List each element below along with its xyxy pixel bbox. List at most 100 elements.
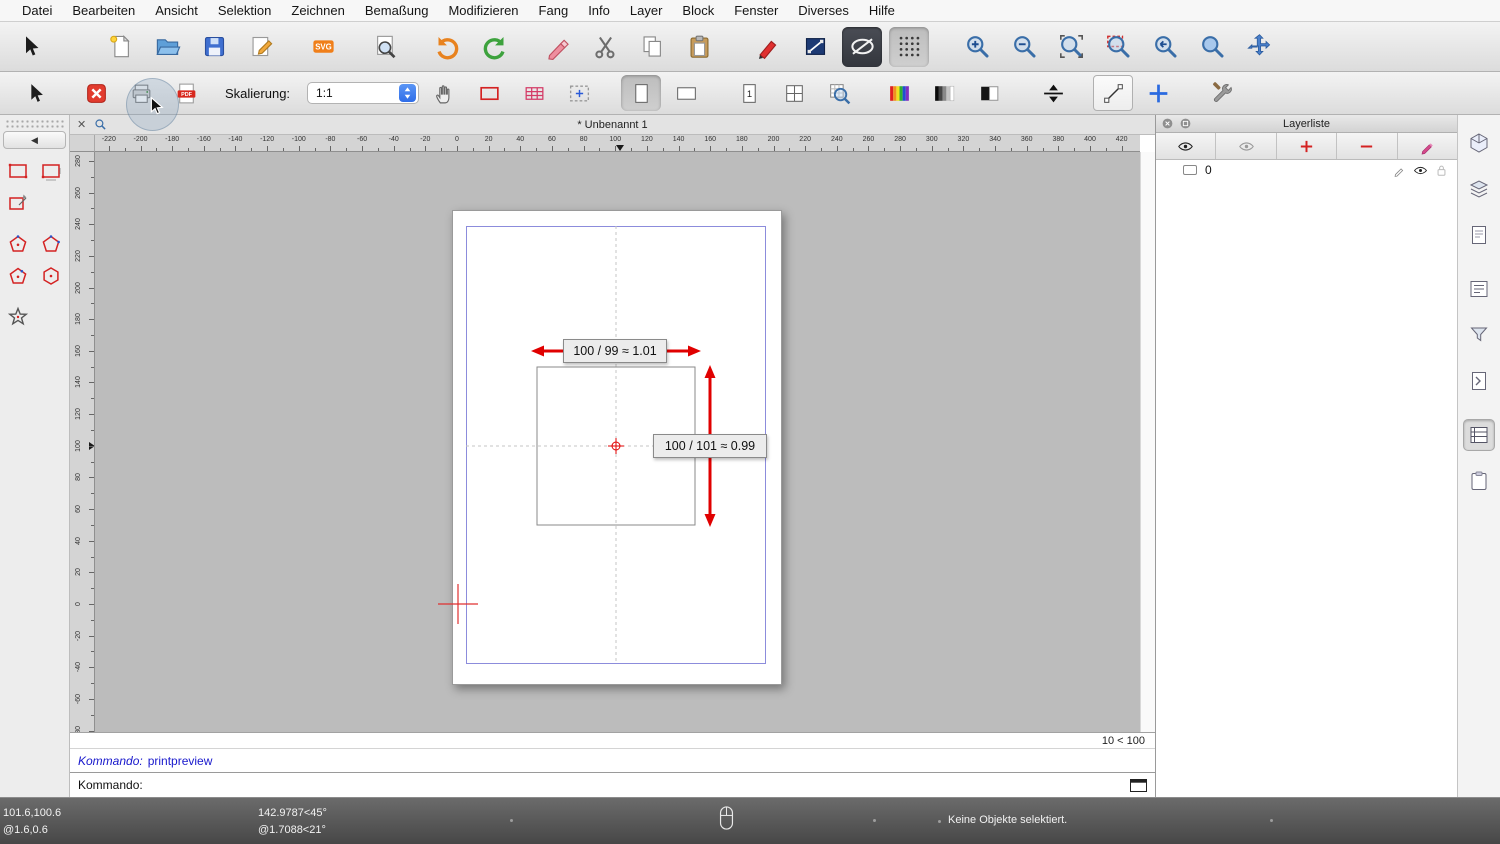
zoom-selection-button[interactable] xyxy=(1098,27,1138,67)
menubar-item-bearbeiten[interactable]: Bearbeiten xyxy=(62,0,145,21)
rectangle-orientation-tool-button[interactable] xyxy=(1,187,34,219)
red-rectangle-button[interactable] xyxy=(469,75,509,111)
polygon-side-side-tool-button[interactable] xyxy=(34,260,67,292)
layer-row-0[interactable]: 0 xyxy=(1156,160,1457,180)
pen-edit-button[interactable] xyxy=(748,27,788,67)
selection-pointer-button[interactable] xyxy=(10,27,50,67)
menubar-item-layer[interactable]: Layer xyxy=(620,0,673,21)
menubar-item-datei[interactable]: Datei xyxy=(12,0,62,21)
polygon-center-side-tool-button[interactable] xyxy=(1,260,34,292)
print-preview-button[interactable] xyxy=(365,27,405,67)
grayscale-button[interactable] xyxy=(924,75,964,111)
magnifier-grid-button[interactable] xyxy=(819,75,859,111)
menubar-item-zeichnen[interactable]: Zeichnen xyxy=(281,0,354,21)
blue-cross-button[interactable] xyxy=(1138,75,1178,111)
menubar-item-ansicht[interactable]: Ansicht xyxy=(145,0,208,21)
polygon-vertex-vertex-tool-button[interactable] xyxy=(34,228,67,260)
close-print-preview-button[interactable] xyxy=(76,75,116,111)
toolbox-drag-handle[interactable] xyxy=(5,119,64,128)
menubar-item-bemaung[interactable]: Bemaßung xyxy=(355,0,439,21)
full-color-button[interactable] xyxy=(879,75,919,111)
copy-button[interactable] xyxy=(632,27,672,67)
draft-mode-button[interactable] xyxy=(842,27,882,67)
rectangle-size-tool-button[interactable] xyxy=(34,155,67,187)
pan-hand-button[interactable] xyxy=(424,75,464,111)
menubar-item-hilfe[interactable]: Hilfe xyxy=(859,0,905,21)
view-magnifier-icon[interactable] xyxy=(94,118,107,131)
menubar-item-info[interactable]: Info xyxy=(578,0,620,21)
grid-tiles-button[interactable] xyxy=(774,75,814,111)
command-input[interactable] xyxy=(149,778,1130,792)
crosshair-box-button[interactable] xyxy=(559,75,599,111)
center-marks-button[interactable] xyxy=(1033,75,1073,111)
paste-button[interactable] xyxy=(679,27,719,67)
rectangle-corners-tool-button[interactable] xyxy=(1,155,34,187)
eye-icon xyxy=(1177,138,1194,155)
ruler-tick xyxy=(837,146,838,151)
remove-layer-button[interactable] xyxy=(1337,133,1397,159)
zoom-in-button[interactable] xyxy=(957,27,997,67)
drawing-preferences-button[interactable] xyxy=(241,27,281,67)
layer-lock-icon[interactable] xyxy=(1434,163,1449,178)
drawing-canvas[interactable]: 100 / 99 ≈ 1.01 100 / 101 ≈ 0.99 xyxy=(95,152,1140,732)
zoom-out-button[interactable] xyxy=(1004,27,1044,67)
menubar-item-fenster[interactable]: Fenster xyxy=(724,0,788,21)
eye-off-button[interactable] xyxy=(1216,133,1276,159)
save-drawing-button[interactable] xyxy=(194,27,234,67)
panel-close-icon[interactable] xyxy=(1161,117,1174,130)
combo-stepper-icon[interactable] xyxy=(399,84,416,102)
open-drawing-button[interactable] xyxy=(147,27,187,67)
panel-detach-icon[interactable] xyxy=(1179,117,1192,130)
status-separator-dot xyxy=(1270,819,1273,822)
sheet-page-dock-button[interactable] xyxy=(1463,219,1495,251)
new-drawing-button[interactable] xyxy=(100,27,140,67)
ruler-tick xyxy=(995,146,996,151)
clipboard-panel-dock-button[interactable] xyxy=(1463,465,1495,497)
layer-list-dock-button[interactable] xyxy=(1463,419,1495,451)
ruler-label: 180 xyxy=(729,136,755,143)
eye-button[interactable] xyxy=(1156,133,1216,159)
diagonal-line-button[interactable] xyxy=(1093,75,1133,111)
menubar-item-fang[interactable]: Fang xyxy=(529,0,579,21)
edit-layer-button[interactable] xyxy=(1398,133,1457,159)
star-tool-button[interactable] xyxy=(1,301,34,333)
command-panel-toggle-icon[interactable] xyxy=(1130,779,1147,792)
selection-filter-dock-button[interactable] xyxy=(1463,319,1495,351)
block-edit-button[interactable] xyxy=(795,27,835,67)
eraser-button[interactable] xyxy=(538,27,578,67)
close-view-icon[interactable]: ✕ xyxy=(77,118,86,131)
redo-button[interactable] xyxy=(474,27,514,67)
vertical-scrollbar[interactable] xyxy=(1140,152,1155,732)
block-list-dock-button[interactable] xyxy=(1463,173,1495,205)
undo-button[interactable] xyxy=(427,27,467,67)
polygon-center-vertex-tool-button[interactable] xyxy=(1,228,34,260)
pan-button[interactable] xyxy=(1239,27,1279,67)
layer-edit-pencil-icon[interactable] xyxy=(1392,163,1407,178)
report-panel-dock-button[interactable] xyxy=(1463,365,1495,397)
menubar-item-selektion[interactable]: Selektion xyxy=(208,0,281,21)
previous-view-button[interactable] xyxy=(1145,27,1185,67)
horizontal-ruler: -220-200-180-160-140-120-100-80-60-40-20… xyxy=(95,135,1140,152)
zoom-window-button[interactable] xyxy=(1192,27,1232,67)
app-preferences-button[interactable] xyxy=(1202,75,1242,111)
page-one-button[interactable]: 1 xyxy=(729,75,769,111)
portrait-page-button[interactable] xyxy=(621,75,661,111)
cut-button[interactable] xyxy=(585,27,625,67)
selection-pointer-button[interactable] xyxy=(15,75,55,111)
black-white-button[interactable] xyxy=(969,75,1009,111)
scaling-combobox[interactable]: 1:1 xyxy=(307,82,419,104)
layer-visible-eye-icon[interactable] xyxy=(1413,163,1428,178)
library-browser-dock-button[interactable] xyxy=(1463,273,1495,305)
ruler-label: 40 xyxy=(507,136,533,143)
menubar-item-block[interactable]: Block xyxy=(672,0,724,21)
grid-dots-button[interactable] xyxy=(889,27,929,67)
auto-zoom-button[interactable] xyxy=(1051,27,1091,67)
svg-export-button[interactable]: SVG xyxy=(303,27,343,67)
add-layer-button[interactable] xyxy=(1277,133,1337,159)
red-grid-button[interactable] xyxy=(514,75,554,111)
property-editor-dock-button[interactable] xyxy=(1463,127,1495,159)
menubar-item-diverses[interactable]: Diverses xyxy=(788,0,859,21)
landscape-page-button[interactable] xyxy=(666,75,706,111)
toolbox-back-button[interactable]: ◀ xyxy=(3,131,66,149)
menubar-item-modifizieren[interactable]: Modifizieren xyxy=(438,0,528,21)
